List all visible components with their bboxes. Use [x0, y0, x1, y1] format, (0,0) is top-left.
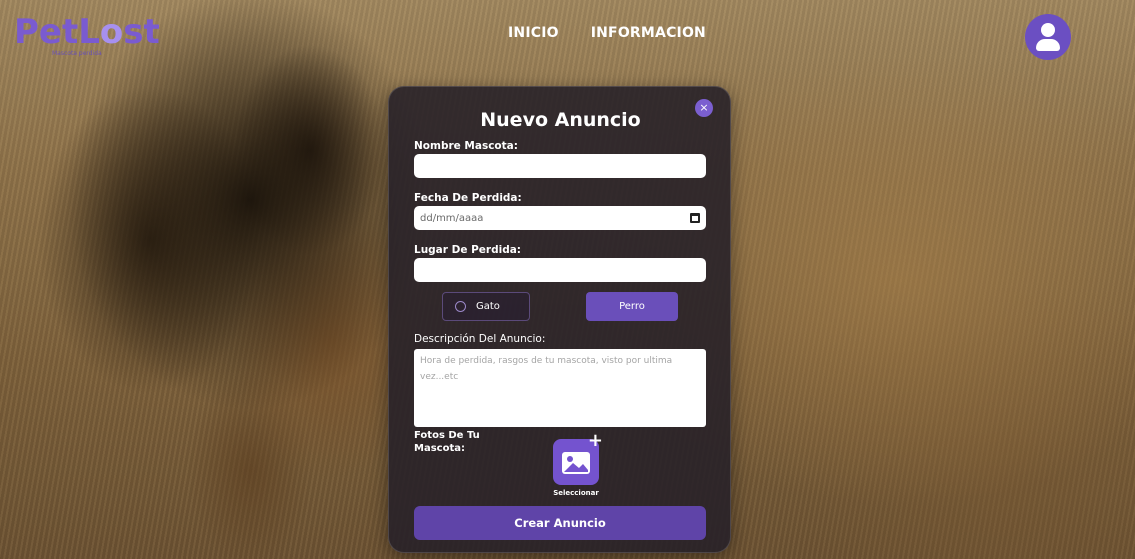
- photos-label: Fotos De Tu Mascota:: [414, 430, 480, 454]
- select-photo-caption: Seleccionar: [553, 489, 599, 497]
- add-photo-button[interactable]: +: [553, 432, 603, 485]
- image-icon: [562, 452, 590, 474]
- logo-wordmark: PetLost: [14, 12, 160, 52]
- main-nav: INICIO INFORMACION: [508, 25, 706, 41]
- nav-link-inicio[interactable]: INICIO: [508, 25, 559, 41]
- pet-name-label: Nombre Mascota:: [414, 140, 518, 152]
- petlost-logo[interactable]: PetLost Mascota perdida: [14, 12, 174, 60]
- lost-date-input[interactable]: dd/mm/aaaa: [414, 206, 706, 230]
- modal-title: Nuevo Anuncio: [480, 109, 641, 131]
- lost-place-input[interactable]: [414, 258, 706, 282]
- calendar-icon[interactable]: [690, 213, 700, 223]
- plus-icon: +: [587, 430, 603, 451]
- date-placeholder: dd/mm/aaaa: [420, 212, 484, 224]
- lost-date-label: Fecha De Perdida:: [414, 192, 522, 204]
- pet-type-gato-label: Gato: [476, 301, 500, 312]
- create-ad-button[interactable]: Crear Anuncio: [414, 506, 706, 540]
- new-ad-modal: × Nuevo Anuncio Nombre Mascota: Fecha De…: [388, 86, 731, 553]
- pet-type-gato-button[interactable]: Gato: [442, 292, 530, 321]
- pet-type-perro-button[interactable]: Perro: [586, 292, 678, 321]
- description-label: Descripción Del Anuncio:: [414, 333, 546, 345]
- radio-icon: [455, 301, 466, 312]
- description-textarea[interactable]: Hora de perdida, rasgos de tu mascota, v…: [414, 349, 706, 427]
- logo-tagline: Mascota perdida: [52, 50, 102, 57]
- nav-link-informacion[interactable]: INFORMACION: [591, 25, 706, 41]
- pet-type-perro-label: Perro: [619, 301, 645, 312]
- top-navigation-bar: PetLost Mascota perdida INICIO INFORMACI…: [0, 0, 1135, 70]
- description-placeholder: Hora de perdida, rasgos de tu mascota, v…: [420, 356, 673, 382]
- pet-name-input[interactable]: [414, 154, 706, 178]
- lost-place-label: Lugar De Perdida:: [414, 244, 522, 256]
- user-avatar-icon[interactable]: [1025, 14, 1071, 60]
